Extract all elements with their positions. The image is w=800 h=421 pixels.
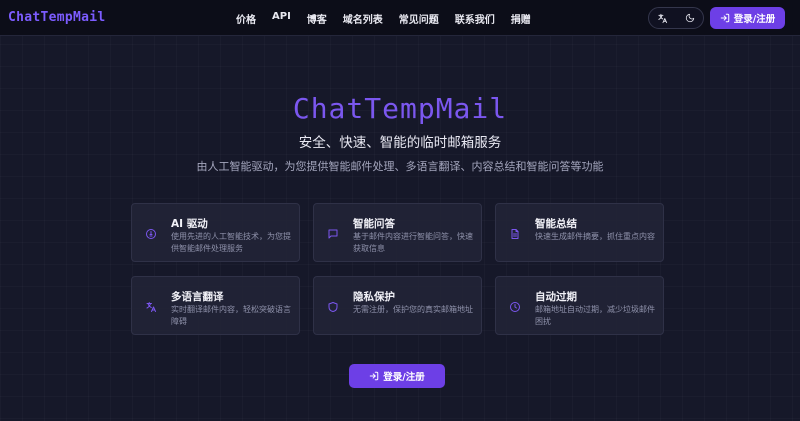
translate-icon (146, 302, 156, 312)
feature-card-qa[interactable]: 智能问答 基于邮件内容进行智能问答，快速获取信息 (313, 203, 482, 262)
feature-title: 智能问答 (353, 218, 395, 230)
clock-icon (510, 302, 520, 312)
login-icon (370, 371, 379, 381)
feature-title: 智能总结 (535, 218, 577, 230)
theme-toggle-button[interactable] (679, 8, 701, 28)
nav-api[interactable]: API (272, 11, 291, 26)
feature-title: 隐私保护 (353, 291, 395, 303)
feature-title: 多语言翻译 (171, 291, 224, 303)
login-icon (720, 13, 729, 23)
top-navbar: ChatTempMail 价格 API 博客 域名列表 常见问题 联系我们 捐赠… (0, 0, 800, 36)
hero-subtitle: 安全、快速、智能的临时邮箱服务 (298, 135, 502, 151)
cta-login-label: 登录/注册 (383, 372, 425, 383)
feature-description: 实时翻译邮件内容，轻松突破语言障碍 (171, 305, 291, 326)
header-icon-group (648, 7, 704, 29)
nav-faq[interactable]: 常见问题 (399, 11, 439, 26)
language-button[interactable] (652, 8, 674, 28)
cta-login-button[interactable]: 登录/注册 (349, 364, 445, 388)
bulb-icon (146, 229, 156, 239)
hero-description: 由人工智能驱动，为您提供智能邮件处理、多语言翻译、内容总结和智能问答等功能 (196, 160, 604, 173)
logo[interactable]: ChatTempMail (8, 10, 106, 25)
feature-description: 基于邮件内容进行智能问答，快速获取信息 (353, 232, 473, 253)
nav-domain-list[interactable]: 域名列表 (343, 11, 383, 26)
feature-card-translate[interactable]: 多语言翻译 实时翻译邮件内容，轻松突破语言障碍 (131, 276, 300, 335)
translate-icon (658, 13, 668, 23)
hero-title: ChatTempMail (292, 92, 508, 125)
header-login-label: 登录/注册 (733, 14, 776, 25)
main-nav: 价格 API 博客 域名列表 常见问题 联系我们 捐赠 (236, 11, 547, 26)
chat-icon (328, 229, 338, 239)
feature-title: 自动过期 (535, 291, 577, 303)
feature-description: 使用先进的人工智能技术，为您提供智能邮件处理服务 (171, 232, 291, 253)
header-login-button[interactable]: 登录/注册 (710, 7, 785, 29)
feature-card-expiry[interactable]: 自动过期 邮箱地址自动过期，减少垃圾邮件困扰 (495, 276, 664, 335)
document-icon (511, 229, 519, 239)
nav-contact[interactable]: 联系我们 (455, 11, 495, 26)
feature-card-ai[interactable]: AI 驱动 使用先进的人工智能技术，为您提供智能邮件处理服务 (131, 203, 300, 262)
shield-icon (328, 302, 338, 312)
feature-card-summary[interactable]: 智能总结 快速生成邮件摘要，抓住重点内容 (495, 203, 664, 262)
nav-donate[interactable]: 捐赠 (511, 11, 531, 26)
moon-icon (685, 13, 694, 23)
feature-description: 快速生成邮件摘要，抓住重点内容 (535, 232, 655, 241)
feature-card-privacy[interactable]: 隐私保护 无需注册，保护您的真实邮箱地址 (313, 276, 482, 335)
nav-pricing[interactable]: 价格 (236, 11, 256, 26)
nav-blog[interactable]: 博客 (307, 11, 327, 26)
feature-description: 无需注册，保护您的真实邮箱地址 (353, 305, 473, 314)
feature-title: AI 驱动 (171, 218, 208, 230)
feature-description: 邮箱地址自动过期，减少垃圾邮件困扰 (535, 305, 655, 326)
